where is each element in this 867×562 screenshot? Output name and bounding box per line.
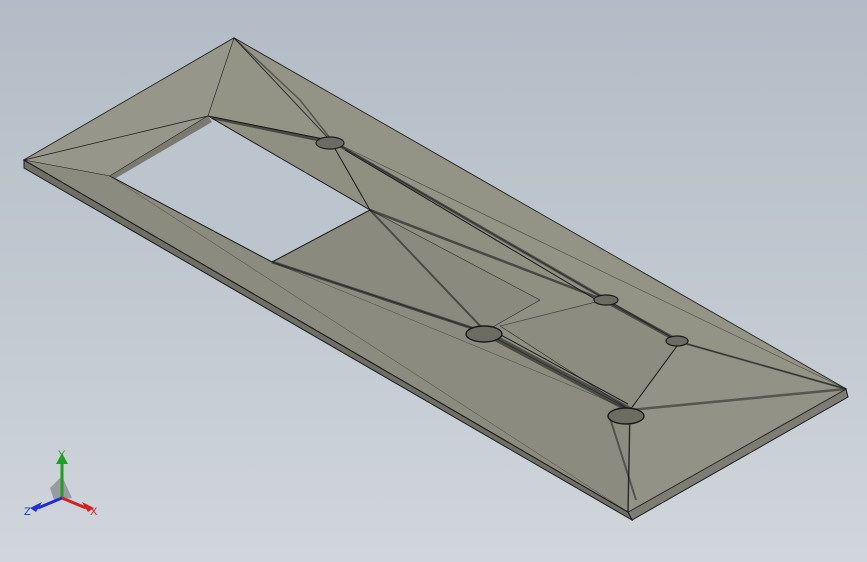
hole-4 bbox=[465, 325, 503, 343]
y-axis-label: Y bbox=[58, 449, 66, 461]
x-axis-label: X bbox=[90, 506, 98, 518]
hole-5 bbox=[607, 407, 645, 425]
orientation-triad[interactable]: Y X Z bbox=[22, 448, 102, 524]
hole-3 bbox=[665, 335, 689, 347]
3d-model-plate[interactable] bbox=[0, 0, 867, 562]
hole-2 bbox=[593, 294, 619, 306]
z-axis-label: Z bbox=[24, 506, 31, 518]
graphics-viewport[interactable]: Y X Z bbox=[0, 0, 867, 562]
hole-1 bbox=[315, 136, 345, 150]
